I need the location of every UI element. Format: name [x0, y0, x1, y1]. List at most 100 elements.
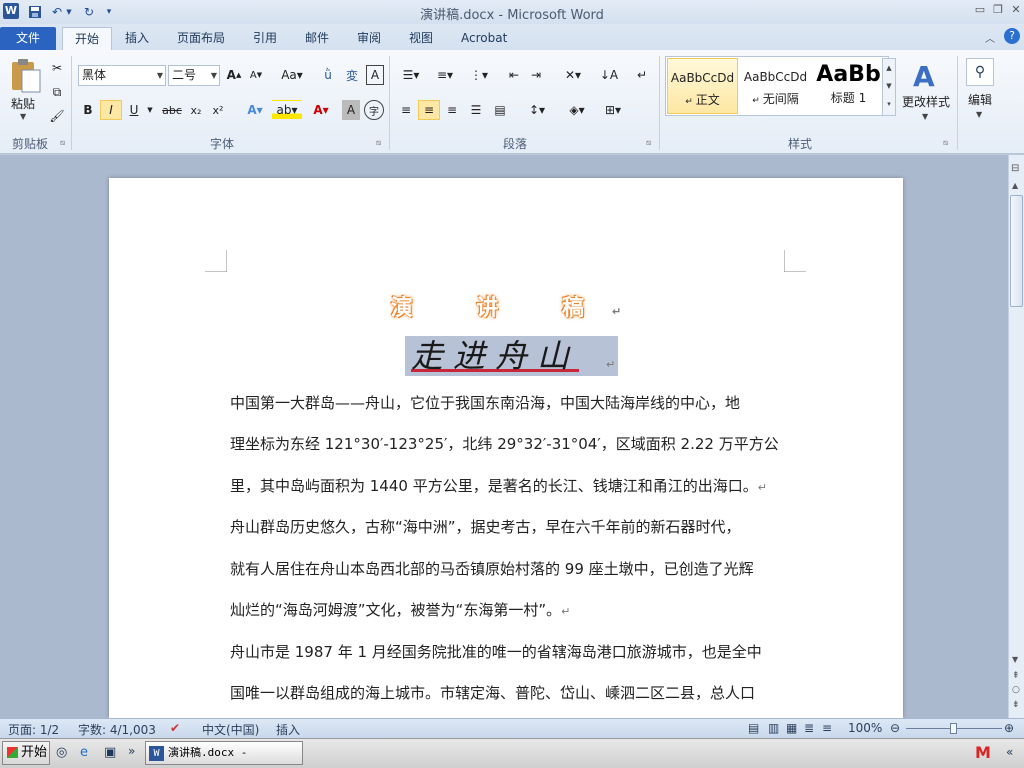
find-binoculars-icon[interactable]: ⚲ — [966, 58, 994, 86]
restore-icon[interactable]: ❐ — [990, 3, 1006, 17]
decrease-indent-icon[interactable]: ⇤ — [504, 65, 524, 85]
underline-dropdown-icon[interactable]: ▼ — [145, 100, 155, 120]
change-styles-icon[interactable]: A — [905, 58, 945, 93]
scroll-up-icon[interactable]: ▲ — [1012, 181, 1018, 190]
enclose-characters-icon[interactable]: 字 — [364, 100, 384, 120]
full-screen-reading-icon[interactable]: ▥ — [768, 721, 779, 735]
tab-view[interactable]: 视图 — [397, 27, 445, 50]
clear-formatting-icon[interactable]: 変 — [342, 65, 362, 85]
borders-icon[interactable]: ⊞▾ — [598, 100, 628, 120]
style-no-spacing[interactable]: AaBbCcDd ↵ 无间隔 — [740, 58, 811, 114]
vertical-scrollbar[interactable]: ⊟ ▲ ▼ ⇞ ○ ⇟ — [1008, 155, 1024, 718]
align-left-icon[interactable]: ≡ — [396, 100, 416, 120]
cut-icon[interactable]: ✂ — [47, 58, 67, 78]
font-launcher-icon[interactable]: ⧅ — [376, 138, 381, 148]
bold-icon[interactable]: B — [78, 100, 98, 120]
paste-label[interactable]: 粘贴 — [11, 95, 35, 112]
editing-label[interactable]: 编辑 — [968, 91, 992, 108]
change-styles-label[interactable]: 更改样式 — [902, 93, 950, 110]
browse-object-icon[interactable]: ○ — [1012, 685, 1020, 695]
chinese-layout-icon[interactable]: ✕▾ — [558, 65, 588, 85]
paragraph-launcher-icon[interactable]: ⧅ — [646, 138, 651, 148]
justify-icon[interactable]: ☰ — [466, 100, 486, 120]
tab-home[interactable]: 开始 — [62, 27, 113, 50]
character-shading-icon[interactable]: A — [342, 100, 360, 120]
superscript-icon[interactable]: x² — [208, 100, 228, 120]
outline-view-icon[interactable]: ≣ — [804, 721, 814, 735]
grow-font-icon[interactable]: A ▲ — [224, 65, 244, 85]
align-center-icon[interactable]: ≡ — [418, 100, 440, 120]
tab-acrobat[interactable]: Acrobat — [449, 27, 519, 50]
next-page-icon[interactable]: ⇟ — [1012, 700, 1020, 710]
taskbar-word-item[interactable]: W演讲稿.docx - Micro... — [145, 741, 303, 765]
tab-insert[interactable]: 插入 — [113, 27, 161, 50]
phonetic-guide-icon[interactable]: ǜ — [318, 65, 338, 85]
distributed-icon[interactable]: ▤ — [490, 100, 510, 120]
tab-references[interactable]: 引用 — [241, 27, 289, 50]
proofing-icon[interactable]: ✔ — [170, 721, 180, 735]
font-size-combo[interactable]: 二号 ▼ — [168, 65, 220, 86]
close-icon[interactable]: ✕ — [1008, 3, 1024, 17]
subscript-icon[interactable]: x₂ — [186, 100, 206, 120]
highlight-icon[interactable]: ab▾ — [272, 100, 302, 120]
taskbar-chevron-icon[interactable]: » — [128, 744, 135, 758]
change-styles-dropdown-icon[interactable]: ▼ — [922, 112, 928, 121]
previous-page-icon[interactable]: ⇞ — [1012, 671, 1020, 681]
change-case-icon[interactable]: Aa▾ — [277, 65, 307, 85]
increase-indent-icon[interactable]: ⇥ — [526, 65, 546, 85]
style-normal[interactable]: AaBbCcDd ↵ 正文 — [667, 58, 738, 114]
shading-icon[interactable]: ◈▾ — [562, 100, 592, 120]
minimize-icon[interactable]: ▭ — [972, 3, 988, 17]
language-status[interactable]: 中文(中国) — [202, 721, 259, 738]
ruler-toggle-icon[interactable]: ⊟ — [1011, 163, 1019, 174]
underline-icon[interactable]: U — [124, 100, 144, 120]
page-count[interactable]: 页面: 1/2 — [8, 721, 59, 738]
tab-mailings[interactable]: 邮件 — [293, 27, 341, 50]
scroll-thumb[interactable] — [1010, 195, 1023, 307]
align-right-icon[interactable]: ≡ — [442, 100, 462, 120]
editing-dropdown-icon[interactable]: ▼ — [976, 110, 982, 119]
italic-icon[interactable]: I — [100, 100, 122, 120]
font-name-combo[interactable]: 黑体 ▼ — [78, 65, 166, 86]
text-effects-icon[interactable]: A▾ — [240, 100, 270, 120]
help-icon[interactable]: ? — [1004, 28, 1020, 44]
tray-collapse-icon[interactable]: « — [1006, 745, 1013, 759]
style-heading-1[interactable]: AaBb 标题 1 — [813, 58, 884, 114]
internet-explorer-icon[interactable]: e — [80, 745, 88, 760]
tab-review[interactable]: 审阅 — [345, 27, 393, 50]
font-color-icon[interactable]: A▾ — [306, 100, 336, 120]
paste-icon[interactable] — [8, 58, 42, 94]
zoom-level[interactable]: 100% — [848, 721, 882, 735]
media-player-icon[interactable]: ▣ — [104, 745, 116, 760]
styles-launcher-icon[interactable]: ⧅ — [943, 138, 948, 148]
zoom-in-icon[interactable]: ⊕ — [1004, 721, 1014, 735]
document-page[interactable]: 演 讲 稿↵ 走进舟山 ↵ 中国第一大群岛——舟山，它位于我国东南沿海，中国大陆… — [109, 178, 903, 718]
line-spacing-icon[interactable]: ↕▾ — [522, 100, 552, 120]
minimize-ribbon-icon[interactable]: ︿ — [985, 30, 995, 45]
copy-icon[interactable]: ⧉ — [47, 82, 67, 102]
tab-page-layout[interactable]: 页面布局 — [165, 27, 237, 50]
character-border-icon[interactable]: A — [366, 65, 384, 85]
quicklaunch-icon[interactable]: ◎ — [56, 745, 67, 760]
paste-dropdown-icon[interactable]: ▼ — [20, 112, 26, 121]
print-layout-view-icon[interactable]: ▤ — [748, 721, 759, 735]
tray-app-icon[interactable]: M — [975, 743, 995, 763]
zoom-slider-thumb[interactable] — [950, 723, 957, 734]
multilevel-list-icon[interactable]: ⋮▾ — [464, 65, 494, 85]
tab-file[interactable]: 文件 — [0, 27, 56, 50]
show-marks-icon[interactable]: ↵ — [632, 65, 652, 85]
draft-view-icon[interactable]: ≡ — [822, 721, 832, 735]
zoom-out-icon[interactable]: ⊖ — [890, 721, 900, 735]
bullets-icon[interactable]: ☰▾ — [396, 65, 426, 85]
clipboard-launcher-icon[interactable]: ⧅ — [60, 138, 65, 148]
shrink-font-icon[interactable]: A ▼ — [246, 65, 266, 85]
scroll-down-icon[interactable]: ▼ — [1012, 655, 1018, 664]
numbering-icon[interactable]: ≡▾ — [430, 65, 460, 85]
format-painter-icon[interactable]: 🖌 — [47, 106, 67, 126]
insert-mode-status[interactable]: 插入 — [276, 721, 300, 738]
styles-scroll-icon[interactable]: ▲ ▼ ▾ — [882, 58, 896, 116]
start-button[interactable]: 开始 — [2, 741, 50, 765]
word-count[interactable]: 字数: 4/1,003 — [78, 721, 156, 738]
web-layout-icon[interactable]: ▦ — [786, 721, 797, 735]
strikethrough-icon[interactable]: abc — [160, 100, 184, 120]
